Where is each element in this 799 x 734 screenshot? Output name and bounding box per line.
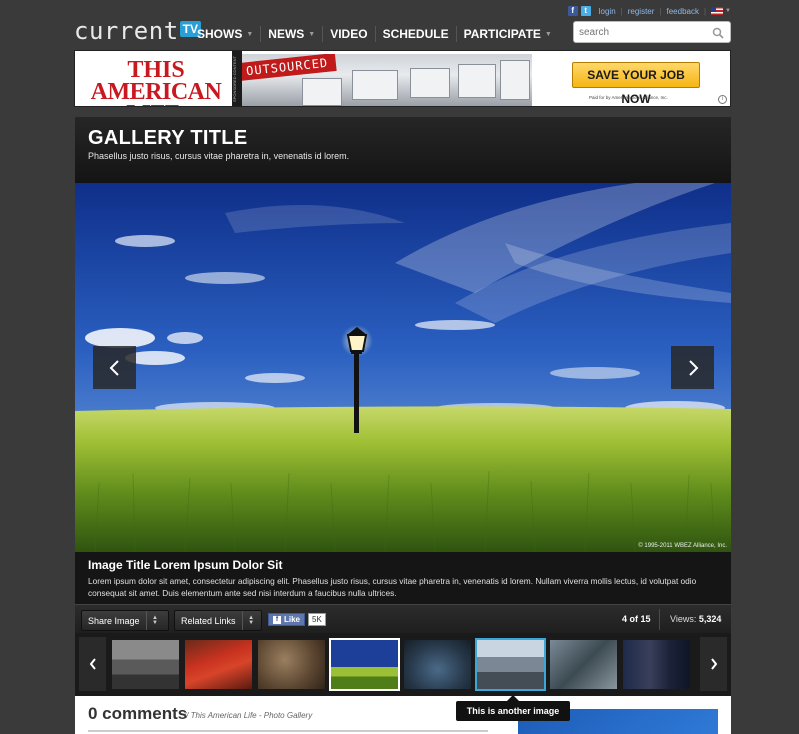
info-icon[interactable]: i — [718, 95, 727, 104]
image-title: Image Title Lorem Ipsum Dolor Sit — [88, 558, 283, 572]
share-image-dropdown[interactable]: Share Image ▲ ▼ — [81, 610, 169, 631]
ad-side-strip: SPONSORED CONTENT — [232, 51, 242, 106]
nav-schedule[interactable]: SCHEDULE — [374, 26, 456, 42]
chevron-down-icon: ▼ — [308, 30, 316, 38]
us-flag-icon[interactable] — [711, 7, 724, 15]
nav-news[interactable]: NEWS ▼ — [260, 26, 322, 42]
thumbnail-sepia-scene[interactable] — [256, 638, 327, 691]
nav-participate[interactable]: PARTICIPATE ▼ — [455, 26, 559, 42]
facebook-icon[interactable]: f — [567, 6, 578, 16]
login-link[interactable]: login — [599, 7, 616, 16]
thumbnail-field-lamp[interactable] — [329, 638, 400, 691]
image-copyright: © 1995-2011 WBEZ Alliance, Inc. — [638, 543, 727, 549]
gallery-title: GALLERY TITLE — [88, 127, 248, 149]
share-image-label: Share Image — [88, 615, 140, 626]
search-icon[interactable] — [712, 26, 724, 44]
thumbnail-press-conference[interactable] — [621, 638, 692, 691]
nav-shows-label: SHOWS — [197, 27, 243, 41]
feedback-link[interactable]: feedback — [667, 7, 699, 16]
main-image: © 1995-2011 WBEZ Alliance, Inc. — [75, 183, 731, 552]
thumbnail-parade[interactable] — [110, 638, 181, 691]
chevron-right-icon — [688, 359, 698, 376]
views-label: Views: — [670, 614, 697, 624]
thumbnail-tree-branches[interactable] — [548, 638, 619, 691]
ad-banner[interactable]: THIS AMERICAN LIFE. SPONSORED CONTENT OU… — [74, 50, 731, 107]
like-button[interactable]: f Like — [268, 613, 306, 626]
ad-office-photo: OUTSOURCED — [242, 54, 532, 106]
comments-meta: // This American Life - Photo Gallery — [184, 711, 313, 720]
up-down-arrows-icon: ▲ ▼ — [145, 611, 164, 630]
nav-participate-label: PARTICIPATE — [463, 27, 541, 41]
divider — [88, 730, 488, 732]
next-image-button[interactable] — [671, 346, 714, 389]
thumbnail-street-crowd[interactable] — [475, 638, 546, 691]
thumbnails-prev-button[interactable] — [79, 637, 106, 691]
chevron-down-icon: ▼ — [246, 30, 254, 38]
related-links-dropdown[interactable]: Related Links ▲ ▼ — [174, 610, 262, 631]
thumbnail-bank-sign[interactable] — [183, 638, 254, 691]
related-links-label: Related Links — [181, 615, 236, 626]
content-area: 0 comments // This American Life - Photo… — [75, 696, 731, 734]
separator: | — [620, 6, 623, 16]
nav-schedule-label: SCHEDULE — [382, 27, 449, 41]
ad-brand-logo: THIS AMERICAN LIFE. — [81, 57, 231, 106]
register-link[interactable]: register — [628, 7, 655, 16]
thumbnails-next-button[interactable] — [700, 637, 727, 691]
top-bar: current TV SHOWS ▼ NEWS ▼ VIDEO SCHEDULE… — [0, 0, 799, 48]
view-count: Views: 5,324 — [670, 614, 721, 624]
image-caption: Image Title Lorem Ipsum Dolor Sit Lorem … — [75, 552, 731, 604]
divider — [659, 609, 660, 630]
nav-video-label: VIDEO — [330, 27, 368, 41]
image-description: Lorem ipsum dolor sit amet, consectetur … — [88, 576, 697, 598]
nav-shows[interactable]: SHOWS ▼ — [190, 26, 260, 42]
field-lamp-photo — [75, 183, 731, 552]
thumbnail-tooltip: This is another image — [456, 695, 570, 721]
facebook-like: f Like 5K — [268, 613, 326, 626]
thumbnail-aerial-dusk[interactable] — [402, 638, 473, 691]
thumbnail-strip — [75, 633, 731, 696]
search-input[interactable] — [574, 22, 704, 43]
ad-cta-button[interactable]: SAVE YOUR JOB NOW — [572, 62, 700, 106]
twitter-icon[interactable]: t — [580, 6, 591, 16]
nav-news-label: NEWS — [268, 27, 305, 41]
views-value: 5,324 — [698, 614, 722, 624]
separator: | — [659, 6, 662, 16]
image-counter: 4 of 15 — [622, 614, 651, 624]
chevron-right-icon — [710, 658, 717, 670]
gallery-header: GALLERY TITLE Phasellus justo risus, cur… — [75, 117, 731, 183]
chevron-down-icon: ▼ — [725, 8, 731, 14]
chevron-left-icon — [109, 359, 119, 376]
logo-wordmark: current — [74, 17, 179, 45]
comments-title: 0 comments — [88, 704, 188, 723]
ad-brand-line2: AMERICAN LIFE. — [90, 79, 222, 106]
nav-video[interactable]: VIDEO — [322, 26, 374, 42]
facebook-icon: f — [273, 615, 281, 624]
up-down-arrows-icon: ▲ ▼ — [241, 611, 260, 630]
like-label: Like — [284, 615, 301, 624]
main-nav: SHOWS ▼ NEWS ▼ VIDEO SCHEDULE PARTICIPAT… — [190, 26, 559, 42]
chevron-down-icon: ▼ — [544, 30, 552, 38]
search-box — [573, 21, 731, 43]
ad-brand-line1: THIS — [127, 57, 185, 83]
chevron-left-icon — [89, 658, 96, 670]
utility-links: f t login | register | feedback | ▼ — [567, 6, 731, 16]
like-count: 5K — [308, 613, 326, 626]
separator: | — [703, 6, 707, 16]
ad-fine-print: Paid for by American Jobs Alliance, Inc. — [589, 95, 668, 100]
site-logo[interactable]: current TV — [74, 19, 201, 43]
gallery-toolbar: Share Image ▲ ▼ Related Links ▲ ▼ f Like 5… — [75, 604, 731, 633]
previous-image-button[interactable] — [93, 346, 136, 389]
gallery-subtitle: Phasellus justo risus, cursus vitae phar… — [88, 151, 350, 161]
